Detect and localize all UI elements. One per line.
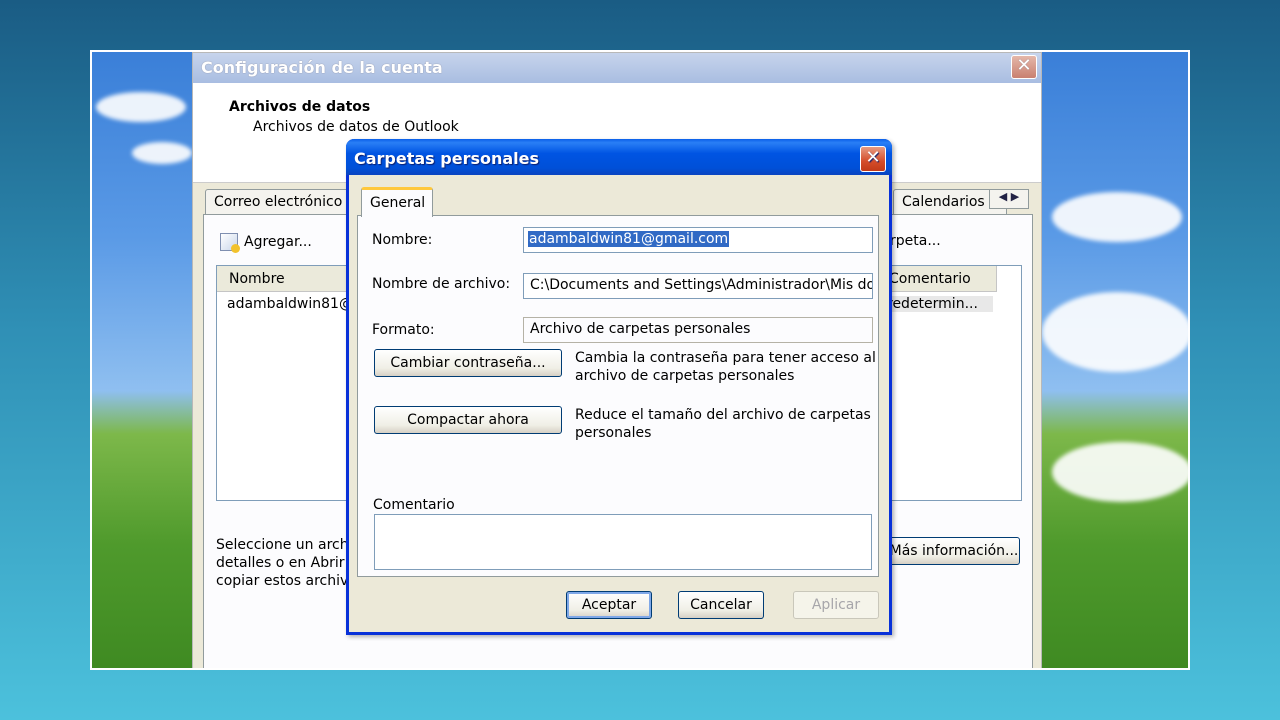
cloud: [1042, 292, 1188, 372]
cloud: [1052, 442, 1188, 502]
help-text-line: copiar estos archivos: [216, 573, 365, 589]
list-item-name[interactable]: adambaldwin81@g: [227, 296, 362, 312]
personal-folders-dialog: Carpetas personales ✕ General Nombre: ad…: [346, 139, 892, 635]
filename-field-value: C:\Documents and Settings\Administrador\…: [530, 277, 873, 293]
description-line: archivo de carpetas personales: [575, 368, 795, 384]
dialog-title: Carpetas personales: [354, 149, 540, 168]
help-text-line: Seleccione un archiv: [216, 537, 361, 553]
section-subheading: Archivos de datos de Outlook: [253, 119, 459, 135]
compact-now-button[interactable]: Compactar ahora: [374, 406, 562, 434]
change-password-button[interactable]: Cambiar contraseña...: [374, 349, 562, 377]
filename-field[interactable]: C:\Documents and Settings\Administrador\…: [523, 273, 873, 299]
add-button-label: Agregar...: [244, 234, 312, 250]
close-icon[interactable]: ✕: [860, 146, 886, 172]
cloud: [96, 92, 186, 122]
change-password-description: Cambia la contraseña para tener acceso a…: [575, 349, 876, 385]
help-text: Seleccione un archiv detalles o en Abrir…: [216, 536, 366, 590]
list-item-comment[interactable]: redetermin...: [883, 296, 993, 312]
tab-scroll-arrows[interactable]: ◀ ▶: [989, 189, 1029, 209]
name-field-value: adambaldwin81@gmail.com: [528, 231, 730, 247]
name-field[interactable]: adambaldwin81@gmail.com: [523, 227, 873, 253]
cancel-button[interactable]: Cancelar: [678, 591, 764, 619]
account-settings-titlebar: Configuración de la cuenta ✕: [193, 53, 1041, 83]
account-settings-title: Configuración de la cuenta: [201, 58, 443, 77]
column-header-name[interactable]: Nombre: [217, 266, 357, 292]
section-heading: Archivos de datos: [229, 99, 371, 115]
name-label: Nombre:: [372, 232, 433, 248]
help-text-line: detalles o en Abrir ca: [216, 555, 366, 571]
filename-label: Nombre de archivo:: [372, 276, 511, 292]
more-info-button[interactable]: Más información...: [888, 537, 1020, 565]
description-line: Reduce el tamaño del archivo de carpetas: [575, 407, 871, 423]
compact-description: Reduce el tamaño del archivo de carpetas…: [575, 406, 871, 442]
comment-textarea[interactable]: [374, 514, 872, 570]
format-label: Formato:: [372, 322, 435, 338]
cloud: [132, 142, 192, 164]
general-panel: Nombre: adambaldwin81@gmail.com Nombre d…: [357, 215, 879, 577]
open-folder-button[interactable]: rpeta...: [890, 233, 941, 249]
apply-button[interactable]: Aplicar: [793, 591, 879, 619]
add-button[interactable]: Agregar...: [220, 233, 312, 253]
description-line: Cambia la contraseña para tener acceso a…: [575, 350, 876, 366]
column-header-comment[interactable]: Comentario: [877, 266, 997, 292]
close-icon[interactable]: ✕: [1011, 55, 1037, 79]
tab-general[interactable]: General: [361, 187, 433, 217]
cloud: [1052, 192, 1182, 242]
ok-button[interactable]: Aceptar: [566, 591, 652, 619]
format-field: Archivo de carpetas personales: [523, 317, 873, 343]
tab-email[interactable]: Correo electrónico: [205, 189, 352, 215]
description-line: personales: [575, 425, 652, 441]
comment-label: Comentario: [373, 497, 455, 513]
personal-folders-titlebar: Carpetas personales ✕: [346, 139, 892, 175]
add-file-icon: [220, 233, 240, 253]
